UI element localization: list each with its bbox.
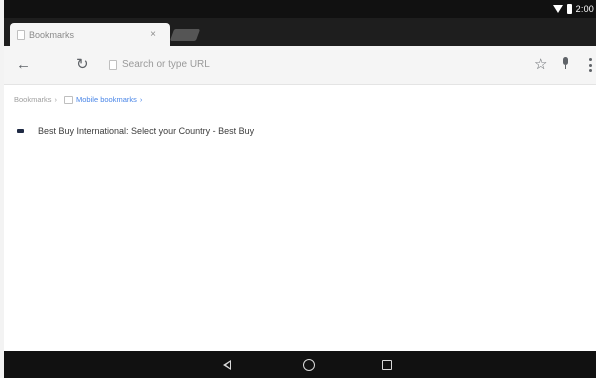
star-icon[interactable]: ☆ [534, 56, 547, 74]
omnibox-input[interactable]: Search or type URL [122, 56, 522, 74]
nav-home-icon[interactable] [301, 357, 317, 373]
mic-icon[interactable] [562, 57, 569, 69]
back-arrow-icon[interactable]: ← [16, 56, 31, 74]
menu-dot [589, 63, 592, 67]
page-icon [17, 29, 25, 40]
breadcrumb-root[interactable]: Bookmarks [14, 94, 52, 106]
close-icon[interactable]: × [150, 29, 156, 40]
tab-title: Bookmarks [29, 29, 75, 40]
breadcrumb-current[interactable]: Mobile bookmarks [76, 94, 137, 106]
system-navigation-bar [4, 351, 596, 378]
menu-dot [589, 69, 592, 72]
menu-dot [589, 58, 592, 61]
nav-recents-icon[interactable] [379, 357, 395, 373]
bookmark-favicon-icon [17, 129, 24, 133]
bookmark-title[interactable]: Best Buy International: Select your Coun… [38, 126, 254, 136]
nav-back-icon[interactable] [220, 357, 236, 373]
page-icon [109, 60, 117, 70]
tab-strip: Bookmarks × [4, 18, 596, 46]
status-clock: 2:00 [575, 4, 594, 14]
mic-icon-head [563, 57, 568, 65]
breadcrumb-separator: › [54, 95, 58, 104]
wifi-icon [552, 5, 563, 13]
browser-toolbar: ← ↻ Search or type URL ☆ [4, 46, 596, 85]
breadcrumb: Bookmarks › Mobile bookmarks › [14, 94, 142, 106]
tab-bookmarks[interactable]: Bookmarks × [10, 23, 170, 46]
status-icons: 2:00 [552, 2, 594, 16]
bookmark-item[interactable]: Best Buy International: Select your Coun… [14, 123, 254, 139]
mic-icon-stem [565, 65, 566, 69]
new-tab-button[interactable] [169, 29, 201, 41]
battery-icon [566, 4, 572, 14]
folder-icon [64, 96, 74, 104]
overflow-menu-icon[interactable] [589, 58, 592, 72]
reload-icon[interactable]: ↻ [76, 56, 89, 74]
status-bar: 2:00 [4, 0, 596, 18]
breadcrumb-separator: › [139, 95, 143, 104]
